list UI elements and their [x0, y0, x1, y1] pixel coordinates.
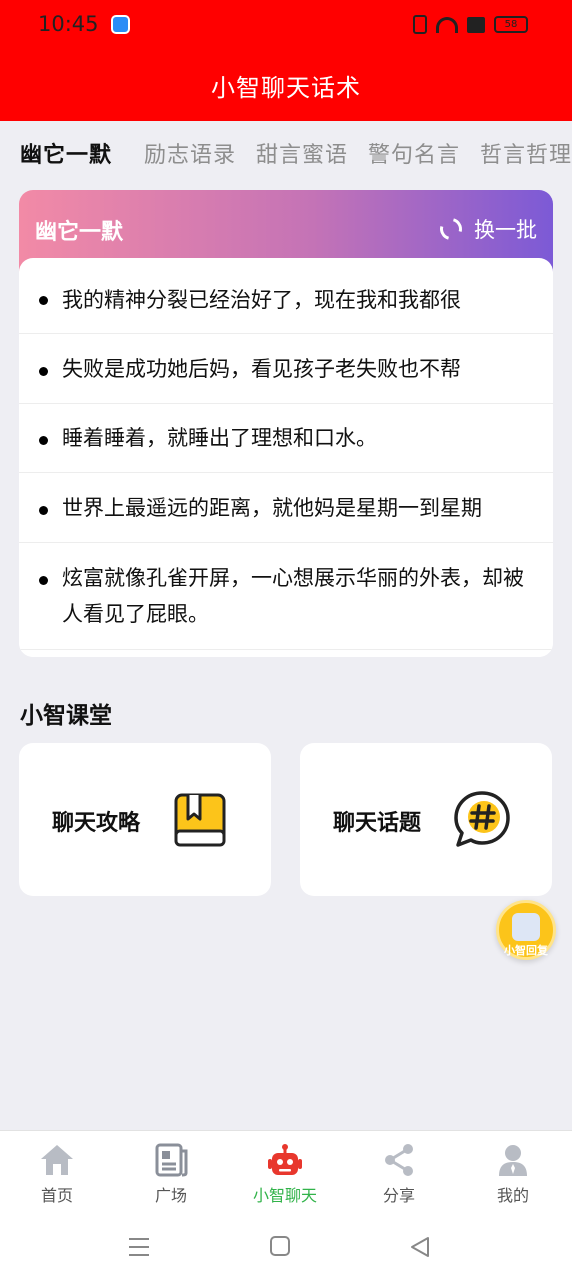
category-tabs: 幽它一默 励志语录 甜言蜜语 警句名言 哲言哲理 — [0, 121, 572, 181]
battery-icon: 58 — [494, 16, 528, 33]
quote-card: 幽它一默 换一批 我的精神分裂已经治好了，现在我和我都很 失败是成功她后妈，看见… — [19, 190, 553, 657]
chat-topic-label: 聊天话题 — [333, 811, 422, 836]
quote-item[interactable]: 炫富就像孔雀开屏，一心想展示华丽的外表，却被人看见了屁眼。 — [19, 543, 553, 650]
nav-square-label: 广场 — [154, 1186, 187, 1205]
bullet-icon — [39, 436, 48, 445]
quote-text: 炫富就像孔雀开屏，一心想展示华丽的外表，却被人看见了屁眼。 — [62, 566, 524, 626]
tab-sweet-words[interactable]: 甜言蜜语 — [256, 137, 348, 169]
quote-item[interactable]: 睡着睡着，就睡出了理想和口水。 — [19, 404, 553, 473]
tab-philosophy[interactable]: 哲言哲理 — [480, 137, 572, 169]
quote-text: 睡着睡着，就睡出了理想和口水。 — [62, 426, 377, 450]
status-icons: 58 — [413, 15, 528, 34]
menu-icon[interactable] — [128, 1236, 150, 1258]
chat-strategy-card[interactable]: 聊天攻略 — [19, 743, 271, 896]
home-square-icon[interactable] — [270, 1236, 290, 1256]
share-icon — [385, 1144, 413, 1176]
quote-text: 失败是成功她后妈，看见孩子老失败也不帮 — [62, 357, 461, 381]
refresh-label: 换一批 — [474, 218, 537, 242]
nav-xiaozhi-chat-label: 小智聊天 — [252, 1186, 317, 1205]
page-title: 小智聊天话术 — [211, 74, 361, 102]
quote-item[interactable]: 世界上最遥远的距离，就他妈是星期一到星期 — [19, 473, 553, 543]
chat-strategy-label: 聊天攻略 — [52, 811, 141, 836]
hashtag-chat-icon — [454, 791, 510, 847]
bottom-nav: 首页 广场 小智聊天 分享 我的 — [0, 1130, 572, 1220]
book-icon — [174, 793, 226, 847]
bullet-icon — [39, 367, 48, 376]
quote-text: 世界上最遥远的距离，就他妈是星期一到星期 — [62, 496, 482, 520]
quote-item[interactable]: 失败是成功她后妈，看见孩子老失败也不帮 — [19, 334, 553, 404]
bullet-icon — [39, 296, 48, 305]
status-time: 10:45 — [38, 12, 99, 36]
assistant-icon — [512, 913, 540, 941]
refresh-button[interactable]: 换一批 — [435, 213, 537, 245]
quote-list: 我的精神分裂已经治好了，现在我和我都很 失败是成功她后妈，看见孩子老失败也不帮 … — [19, 258, 553, 657]
quote-item[interactable]: 我的精神分裂已经治好了，现在我和我都很 — [19, 258, 553, 334]
nav-share-label: 分享 — [382, 1186, 415, 1205]
bullet-icon — [39, 576, 48, 585]
user-icon — [499, 1145, 527, 1176]
system-navigation-bar — [0, 1220, 572, 1280]
status-bar: 10:45 58 — [0, 0, 572, 52]
app-notification-icon — [111, 15, 130, 34]
classroom-title: 小智课堂 — [20, 703, 112, 729]
refresh-icon — [435, 213, 467, 245]
tab-humor[interactable]: 幽它一默 — [20, 137, 112, 169]
quote-card-title: 幽它一默 — [35, 220, 124, 245]
back-icon[interactable] — [410, 1236, 430, 1258]
tab-famous-quotes[interactable]: 警句名言 — [368, 137, 460, 169]
tab-motivation[interactable]: 励志语录 — [144, 137, 236, 169]
robot-icon — [268, 1144, 302, 1175]
nav-mine[interactable]: 我的 — [456, 1131, 570, 1211]
quote-text: 我的精神分裂已经治好了，现在我和我都很 — [62, 288, 461, 312]
news-icon — [155, 1143, 188, 1177]
nav-mine-label: 我的 — [496, 1186, 529, 1205]
home-icon — [41, 1145, 73, 1175]
bullet-icon — [39, 506, 48, 515]
app-header: 10:45 58 小智聊天话术 — [0, 0, 572, 121]
nav-home-label: 首页 — [40, 1186, 73, 1205]
nav-square[interactable]: 广场 — [114, 1131, 228, 1211]
xiaozhi-reply-button[interactable]: 小智回复 — [496, 900, 556, 960]
xiaozhi-reply-label: 小智回复 — [504, 944, 548, 957]
chat-topic-card[interactable]: 聊天话题 — [300, 743, 552, 896]
nav-share[interactable]: 分享 — [342, 1131, 456, 1211]
nav-home[interactable]: 首页 — [0, 1131, 114, 1211]
sim-icon — [467, 16, 485, 33]
wifi-icon — [436, 16, 458, 33]
nav-xiaozhi-chat[interactable]: 小智聊天 — [228, 1131, 342, 1211]
vibrate-icon — [413, 15, 427, 34]
